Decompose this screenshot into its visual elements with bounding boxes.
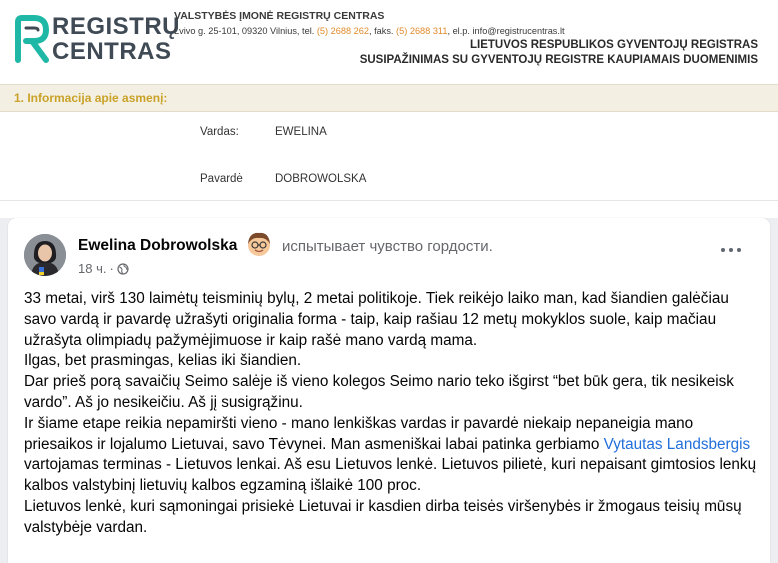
logo-text-line2: CENTRAS [52, 38, 172, 65]
organization-contacts: Lvivo g. 25-101, 09320 Vilnius, tel. (5)… [174, 26, 565, 36]
document-divider [0, 200, 778, 201]
registry-title: LIETUVOS RESPUBLIKOS GYVENTOJŲ REGISTRAS [470, 39, 758, 51]
post-timestamp[interactable]: 18 ч. [78, 261, 106, 276]
more-options-button[interactable] [715, 240, 747, 260]
email-text: , el.p. info@registrucentras.lt [447, 26, 565, 36]
proud-face-emoji-icon [248, 232, 270, 256]
fax-label: , faks. [368, 26, 394, 36]
first-name-label: Vardas: [200, 126, 239, 138]
facebook-post: Ewelina Dobrowolska испытывает чувство г… [8, 218, 770, 563]
section-header: 1. Informacija apie asmenį: [0, 84, 778, 112]
post-text: Ir šiame etape reikia nepamiršti vieno -… [24, 414, 694, 453]
author-avatar[interactable] [24, 234, 66, 276]
post-paragraph: Ir šiame etape reikia nepamiršti vieno -… [24, 414, 760, 497]
more-options-icon-dot [737, 248, 741, 252]
avatar-photo-icon [24, 234, 66, 276]
post-paragraph: Lietuvos lenkė, kuri sąmoningai prisiekė… [24, 497, 742, 536]
first-name-value: EWELINA [275, 126, 327, 138]
section-title: 1. Informacija apie asmenį: [14, 91, 168, 105]
mention-link[interactable]: Vytautas Landsbergis [604, 436, 751, 453]
post-text: vartojamas terminas - Lietuvos lenkai. A… [24, 456, 757, 495]
meta-separator: · [109, 261, 114, 276]
post-body: 33 metai, virš 130 laimėtų teisminių byl… [24, 289, 760, 539]
registry-subtitle: SUSIPAŽINIMAS SU GYVENTOJŲ REGISTRE KAUP… [359, 54, 758, 66]
post-paragraph: 33 metai, virš 130 laimėtų teisminių byl… [24, 290, 729, 349]
feeling-status: испытывает чувство гордости. [282, 238, 493, 255]
last-name-value: DOBROWOLSKA [275, 173, 367, 185]
more-options-icon-dot [729, 248, 733, 252]
author-name[interactable]: Ewelina Dobrowolska [78, 237, 237, 255]
logo-text-line1: REGISTRŲ [52, 13, 181, 40]
phone-number: (5) 2688 262 [316, 26, 369, 36]
last-name-label: Pavardė [200, 173, 243, 185]
registry-logo-icon [15, 15, 50, 63]
post-meta: 18 ч. · [78, 261, 129, 276]
post-paragraph: Dar prieš porą savaičių Seimo salėje iš … [24, 373, 734, 411]
more-options-icon [721, 248, 725, 252]
registry-document: REGISTRŲ CENTRAS VALSTYBĖS ĮMONĖ REGISTR… [0, 0, 778, 218]
address-text: Lvivo g. 25-101, 09320 Vilnius, tel. [174, 26, 315, 36]
post-paragraph: Ilgas, bet prasmingas, kelias iki šiandi… [24, 352, 302, 370]
fax-number: (5) 2688 311 [396, 26, 448, 36]
organization-name: VALSTYBĖS ĮMONĖ REGISTRŲ CENTRAS [174, 10, 385, 22]
globe-icon[interactable] [117, 262, 129, 275]
registru-centras-logo: REGISTRŲ CENTRAS [8, 9, 180, 69]
